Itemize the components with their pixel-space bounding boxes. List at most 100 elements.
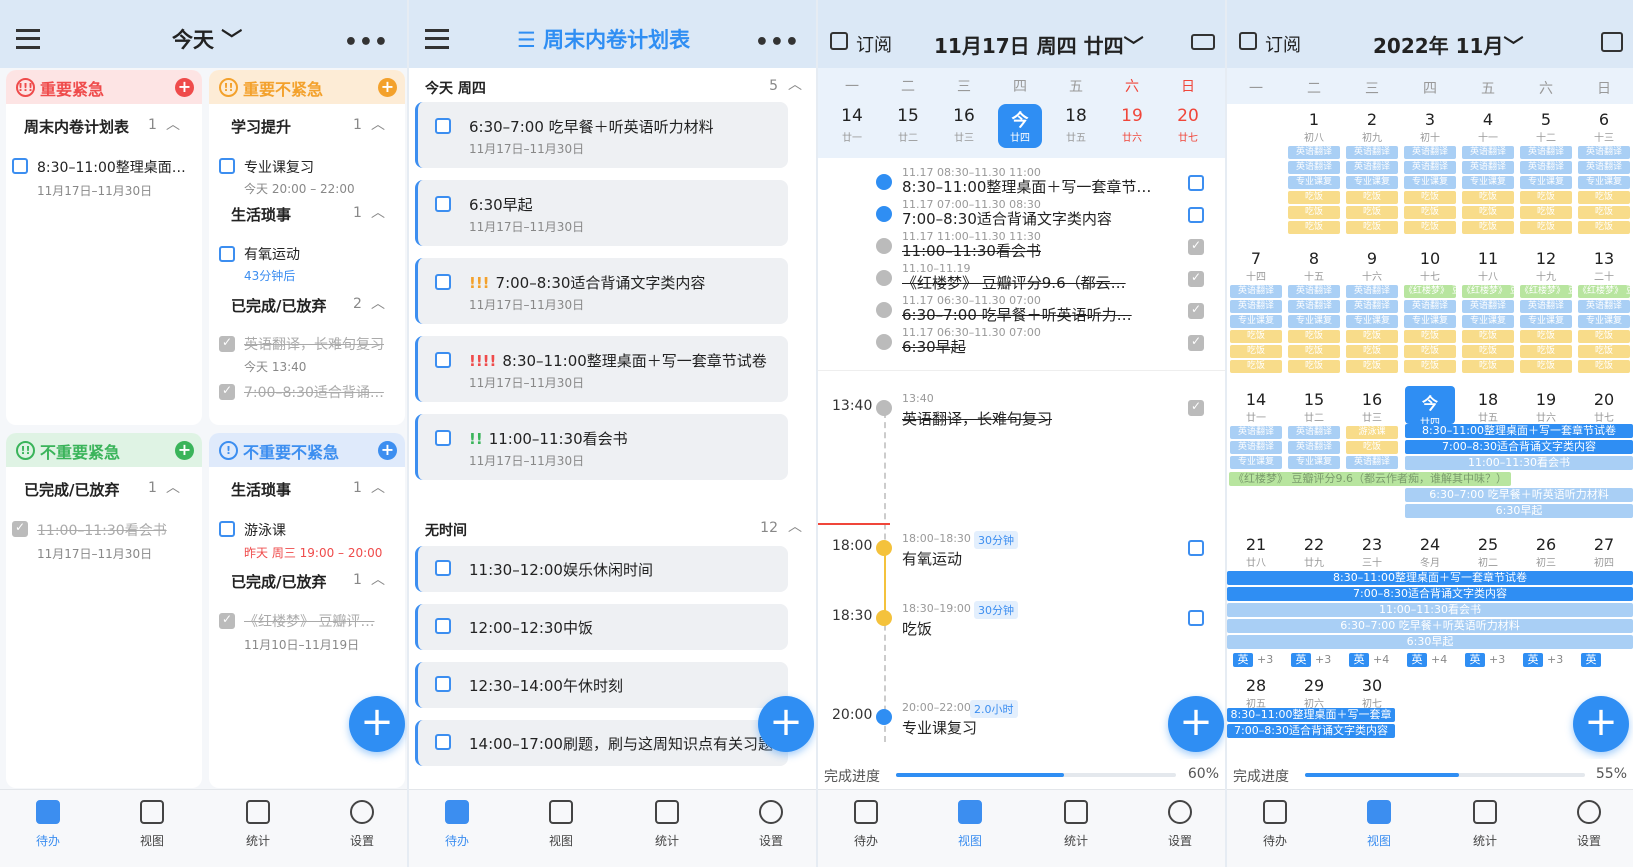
- event-title[interactable]: 11:00–11:30看会书: [902, 240, 1172, 261]
- event-chip[interactable]: 吃饭: [1462, 360, 1514, 373]
- more-count[interactable]: +4: [1373, 653, 1389, 666]
- event-chip[interactable]: 吃饭: [1520, 221, 1572, 234]
- event-bar[interactable]: 6:30早起: [1405, 504, 1633, 518]
- event-chip[interactable]: 专业课复: [1462, 176, 1514, 189]
- tab-settings[interactable]: 设置: [1150, 800, 1210, 849]
- event-chip[interactable]: 游泳课: [1346, 426, 1398, 439]
- task-title[interactable]: 专业课复习: [244, 157, 314, 177]
- collapse-icon[interactable]: ︿: [166, 114, 180, 134]
- event-checkbox[interactable]: [1188, 399, 1204, 416]
- day-number-today[interactable]: 今: [992, 106, 1048, 131]
- menu-icon[interactable]: [16, 29, 40, 49]
- event-chip[interactable]: 吃饭: [1578, 221, 1630, 234]
- task-checkbox[interactable]: [219, 158, 235, 174]
- add-icon[interactable]: +: [175, 441, 194, 460]
- tab-stats[interactable]: 统计: [1046, 800, 1106, 849]
- event-bar[interactable]: 8:30–11:00整理桌面＋写一套章节试卷: [1405, 424, 1633, 438]
- add-task-button[interactable]: +: [349, 696, 405, 752]
- task-title[interactable]: 有氧运动: [244, 244, 300, 264]
- day-cell[interactable]: 14 廿一 英语翻译 英语翻译 专业课复: [1227, 386, 1285, 530]
- event-chip[interactable]: 吃饭: [1462, 206, 1514, 219]
- add-icon[interactable]: +: [378, 441, 397, 460]
- task-checkbox[interactable]: [12, 158, 28, 174]
- event-chip[interactable]: 吃饭: [1462, 191, 1514, 204]
- event-title[interactable]: 吃饭: [902, 618, 1172, 639]
- event-chip[interactable]: 《红楼梦》 豆瓣评分9.6（都云作者痴，谁解其中味？）: [1404, 285, 1456, 298]
- day-number[interactable]: 16: [936, 106, 992, 126]
- task-checkbox[interactable]: [435, 560, 451, 576]
- event-chip[interactable]: 英语翻译: [1578, 146, 1630, 159]
- event-title[interactable]: 7:00–8:30适合背诵文字类内容: [902, 208, 1172, 229]
- day-cell[interactable]: 3 初十 英语翻译 英语翻译 专业课复 吃饭 吃饭 吃饭: [1401, 106, 1459, 244]
- event-bar[interactable]: 6:30–7:00 吃早餐＋听英语听力材料: [1405, 488, 1633, 502]
- event-chip[interactable]: 《红楼梦》 豆瓣评分9.6（都云作者痴，谁解其中味？）: [1578, 285, 1630, 298]
- event-chip[interactable]: 专业课复: [1462, 315, 1514, 328]
- subscribe-label[interactable]: 订阅: [856, 31, 892, 57]
- task-checkbox[interactable]: [435, 274, 451, 290]
- more-chip[interactable]: 英: [1465, 653, 1485, 667]
- event-chip[interactable]: 吃饭: [1578, 191, 1630, 204]
- event-chip[interactable]: 专业课复: [1230, 315, 1282, 328]
- event-chip[interactable]: 英语翻译: [1230, 426, 1282, 439]
- add-event-button[interactable]: +: [1573, 696, 1629, 752]
- event-chip[interactable]: 吃饭: [1288, 206, 1340, 219]
- task-card[interactable]: 12:30–14:00午休时刻: [415, 662, 788, 708]
- task-checkbox[interactable]: [435, 618, 451, 634]
- more-icon[interactable]: •••: [755, 30, 800, 55]
- more-count[interactable]: +3: [1315, 653, 1331, 666]
- collapse-icon[interactable]: ︿: [371, 114, 385, 134]
- event-chip[interactable]: 专业课复: [1288, 315, 1340, 328]
- event-chip[interactable]: 吃饭: [1404, 191, 1456, 204]
- day-cell[interactable]: 23 三十: [1343, 531, 1401, 671]
- event-chip[interactable]: 专业课复: [1404, 176, 1456, 189]
- day-cell[interactable]: 15 廿二 英语翻译 英语翻译 专业课复: [1285, 386, 1343, 530]
- event-chip[interactable]: 《红楼梦》 豆瓣评分9.6（都云作者痴，谁解其中味？）: [1462, 285, 1514, 298]
- event-chip[interactable]: 吃饭: [1578, 206, 1630, 219]
- collapse-icon[interactable]: ︿: [371, 202, 385, 222]
- event-chip[interactable]: 吃饭: [1288, 360, 1340, 373]
- event-chip[interactable]: 英语翻译: [1404, 161, 1456, 174]
- event-chip[interactable]: 英语翻译: [1520, 300, 1572, 313]
- event-chip[interactable]: 《红楼梦》 豆瓣评分9.6（都云作者痴，谁解其中味？）: [1520, 285, 1572, 298]
- list-title[interactable]: ☰ 周末内卷计划表: [517, 24, 690, 54]
- task-card[interactable]: 14:00–17:00刷题，刷与这周知识点有关习题: [415, 720, 788, 766]
- task-checkbox[interactable]: [219, 246, 235, 262]
- event-chip[interactable]: 吃饭: [1578, 345, 1630, 358]
- more-count[interactable]: +3: [1257, 653, 1273, 666]
- collapse-icon[interactable]: ︿: [166, 477, 180, 497]
- event-chip[interactable]: 吃饭: [1288, 345, 1340, 358]
- event-bar[interactable]: 11:00–11:30看会书: [1405, 456, 1633, 470]
- task-checkbox-done[interactable]: [219, 383, 235, 400]
- more-chip[interactable]: 英: [1407, 653, 1427, 667]
- event-bar[interactable]: 7:00–8:30适合背诵文字类内容: [1227, 587, 1633, 601]
- event-chip[interactable]: 英语翻译: [1578, 161, 1630, 174]
- task-title[interactable]: 8:30–11:00整理桌面…: [37, 157, 197, 177]
- task-card[interactable]: !!! 7:00–8:30适合背诵文字类内容 11月17日–11月30日: [415, 258, 788, 324]
- task-card[interactable]: 6:30早起 11月17日–11月30日: [415, 180, 788, 246]
- event-chip[interactable]: 英语翻译: [1230, 441, 1282, 454]
- collapse-icon[interactable]: ︿: [788, 516, 802, 536]
- task-checkbox[interactable]: [435, 118, 451, 134]
- event-checkbox[interactable]: [1188, 610, 1204, 626]
- event-chip[interactable]: 英语翻译: [1288, 441, 1340, 454]
- more-count[interactable]: +3: [1547, 653, 1563, 666]
- day-cell[interactable]: 6 十三 英语翻译 英语翻译 专业课复 吃饭 吃饭 吃饭: [1575, 106, 1633, 244]
- event-chip[interactable]: 吃饭: [1346, 441, 1398, 454]
- tab-settings[interactable]: 设置: [741, 800, 801, 849]
- event-chip[interactable]: 专业课复: [1520, 315, 1572, 328]
- event-chip[interactable]: 英语翻译: [1288, 426, 1340, 439]
- more-icon[interactable]: •••: [344, 30, 389, 55]
- event-title[interactable]: 《红楼梦》 豆瓣评分9.6（都云…: [902, 272, 1172, 293]
- event-chip[interactable]: 吃饭: [1346, 345, 1398, 358]
- day-cell[interactable]: 22 廿九: [1285, 531, 1343, 671]
- day-cell[interactable]: 7 十四 英语翻译 英语翻译 专业课复 吃饭 吃饭 吃饭: [1227, 245, 1285, 385]
- day-cell[interactable]: 26 初三: [1517, 531, 1575, 671]
- event-chip[interactable]: 吃饭: [1462, 221, 1514, 234]
- event-checkbox[interactable]: [1188, 302, 1204, 319]
- menu-icon[interactable]: [425, 29, 449, 49]
- day-cell[interactable]: 2 初九 英语翻译 英语翻译 专业课复 吃饭 吃饭 吃饭: [1343, 106, 1401, 244]
- more-chip[interactable]: 英: [1523, 653, 1543, 667]
- event-chip[interactable]: 吃饭: [1346, 360, 1398, 373]
- event-chip[interactable]: 吃饭: [1288, 191, 1340, 204]
- tab-stats[interactable]: 统计: [637, 800, 697, 849]
